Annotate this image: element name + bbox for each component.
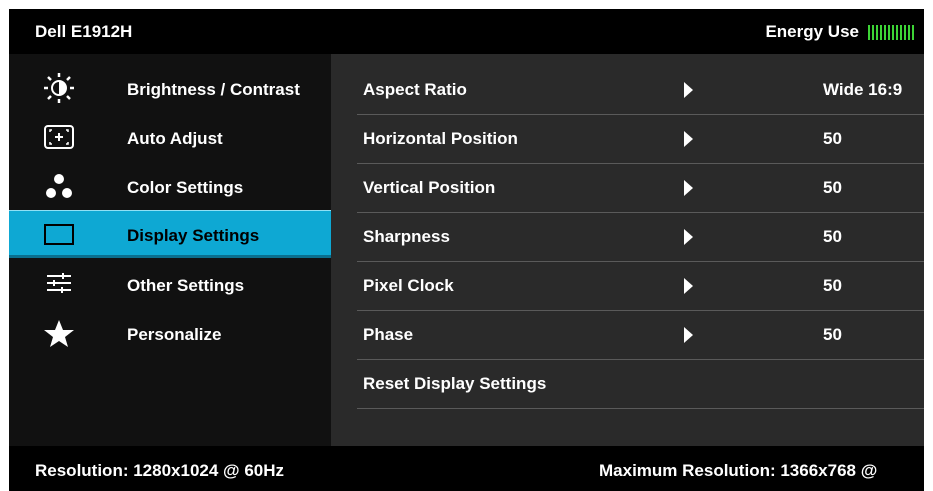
brightness-icon [39, 73, 79, 103]
setting-value: 50 [823, 129, 842, 148]
other-settings-icon [39, 269, 79, 299]
setting-value: Wide 16:9 [823, 80, 903, 99]
auto-adjust-icon [39, 122, 79, 152]
setting-label: Pixel Clock [363, 276, 454, 295]
setting-row-vertical-position[interactable]: Vertical Position 50 [357, 163, 924, 213]
energy-meter-segment [912, 24, 914, 40]
arrow-right-icon [684, 278, 693, 294]
setting-label: Reset Display Settings [363, 374, 547, 393]
current-resolution: Resolution: 1280x1024 @ 60Hz [35, 461, 285, 480]
arrow-right-icon [684, 82, 693, 98]
arrow-right-icon [684, 180, 693, 196]
arrow-right-icon [684, 229, 693, 245]
arrow-right-icon [684, 327, 693, 343]
setting-label: Sharpness [363, 227, 450, 246]
setting-label: Horizontal Position [363, 129, 518, 148]
menu-item-label: Auto Adjust [127, 129, 223, 148]
energy-label: Energy Use [765, 22, 859, 41]
osd-window: Dell E1912H Energy Use Brightness / Cont… [9, 9, 924, 491]
setting-value: 50 [823, 325, 842, 344]
menu-item-personalize[interactable]: Personalize [9, 310, 331, 356]
energy-use: Energy Use [765, 22, 916, 42]
energy-meter-segment [872, 24, 874, 40]
color-settings-icon [39, 171, 79, 201]
menu-item-label: Personalize [127, 325, 222, 344]
setting-row-reset-display-settings[interactable]: Reset Display Settings [357, 359, 924, 409]
menu-item-label: Other Settings [127, 276, 245, 295]
energy-meter-segment [888, 24, 890, 40]
energy-meter-segment [896, 24, 898, 40]
main-menu: Brightness / Contrast Auto Adjust Color … [9, 54, 331, 446]
setting-value: 50 [823, 178, 842, 197]
energy-meter-segment [904, 24, 906, 40]
setting-row-pixel-clock[interactable]: Pixel Clock 50 [357, 261, 924, 311]
energy-meter-segment [868, 24, 870, 40]
energy-meter-segment [876, 24, 878, 40]
menu-item-auto-adjust[interactable]: Auto Adjust [9, 114, 331, 160]
setting-label: Phase [363, 325, 414, 344]
energy-meter-segment [900, 24, 902, 40]
menu-item-label: Color Settings [127, 178, 244, 197]
energy-meter-segment [908, 24, 910, 40]
monitor-model: Dell E1912H [35, 22, 133, 41]
star-icon [39, 318, 79, 348]
arrow-right-icon [684, 131, 693, 147]
menu-item-label: Display Settings [127, 226, 260, 245]
footer-bar: Resolution: 1280x1024 @ 60Hz Maximum Res… [9, 446, 924, 491]
setting-row-phase[interactable]: Phase 50 [357, 310, 924, 360]
setting-row-horizontal-position[interactable]: Horizontal Position 50 [357, 114, 924, 164]
energy-meter [868, 24, 916, 40]
energy-meter-segment [892, 24, 894, 40]
menu-item-display-settings[interactable]: Display Settings [9, 210, 331, 258]
setting-label: Aspect Ratio [363, 80, 467, 99]
menu-item-color-settings[interactable]: Color Settings [9, 163, 331, 209]
maximum-resolution: Maximum Resolution: 1366x768 @ [599, 461, 878, 480]
energy-meter-segment [880, 24, 882, 40]
display-settings-icon [39, 219, 79, 249]
header-bar: Dell E1912H Energy Use [9, 9, 924, 54]
setting-value: 50 [823, 276, 842, 295]
setting-row-sharpness[interactable]: Sharpness 50 [357, 212, 924, 262]
menu-item-other-settings[interactable]: Other Settings [9, 261, 331, 307]
setting-row-aspect-ratio[interactable]: Aspect Ratio Wide 16:9 [357, 65, 924, 115]
display-settings-panel: Aspect Ratio Wide 16:9 Horizontal Positi… [331, 54, 924, 446]
setting-value: 50 [823, 227, 842, 246]
menu-item-brightness-contrast[interactable]: Brightness / Contrast [9, 65, 331, 111]
menu-item-label: Brightness / Contrast [127, 80, 300, 99]
setting-label: Vertical Position [363, 178, 496, 197]
energy-meter-segment [884, 24, 886, 40]
